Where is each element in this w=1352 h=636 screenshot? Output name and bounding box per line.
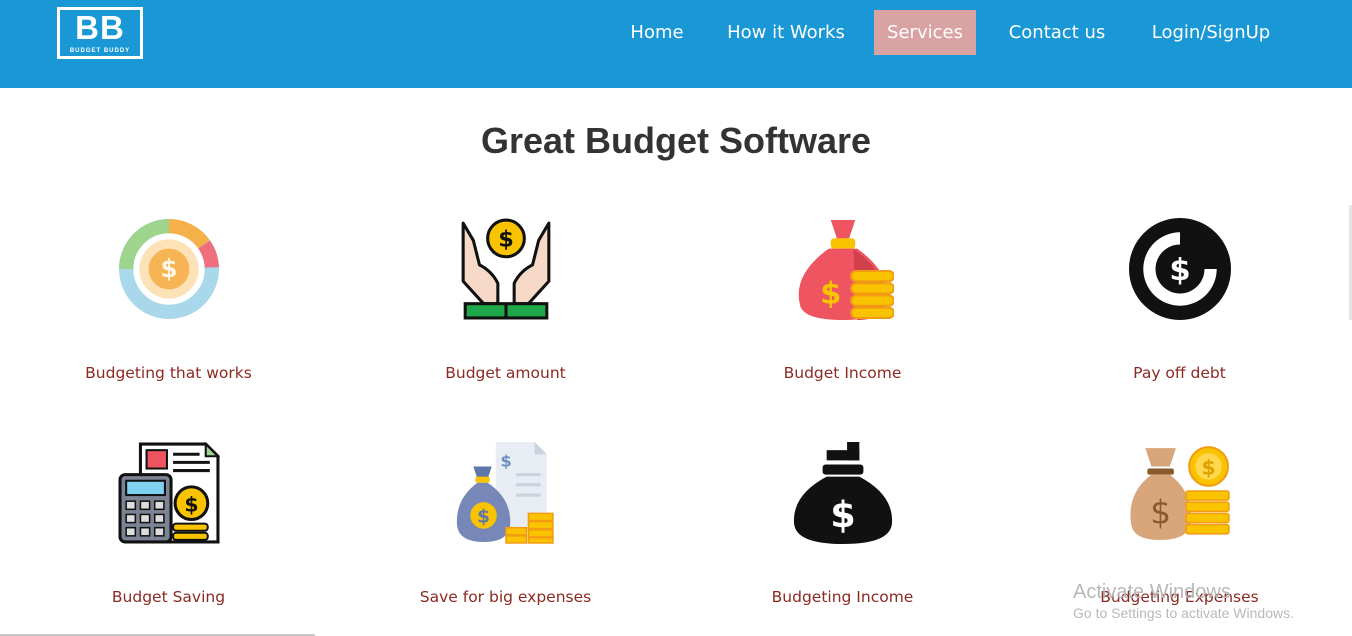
watermark-subtitle: Go to Settings to activate Windows. [1073,605,1294,621]
nav-how-it-works[interactable]: How it Works [715,10,857,55]
hands-holding-coin-icon: $ [455,218,557,320]
service-label: Budgeting that works [85,364,252,382]
svg-text:$: $ [498,227,514,253]
logo-tagline: BUDGET BUDDY [69,48,131,54]
money-bag-coins-icon: $ [792,218,894,320]
svg-text:$: $ [1201,456,1215,480]
svg-text:$: $ [820,277,841,312]
service-label: Budgeting Income [771,588,914,606]
svg-text:$: $ [1169,253,1190,288]
budget-buddy-logo[interactable]: BB BUDGET BUDDY [57,7,143,59]
circular-dollar-icon: $ [1129,218,1231,320]
svg-text:$: $ [477,507,490,528]
nav-contact-us[interactable]: Contact us [993,10,1121,55]
page-title: Great Budget Software [480,120,872,161]
service-label: Save for big expenses [419,588,592,606]
top-navbar: BB BUDGET BUDDY Home How it Works Servic… [0,0,1352,88]
svg-text:$: $ [184,492,198,516]
black-money-bag-icon: $ [792,442,894,544]
nav-services[interactable]: Services [874,10,976,55]
service-label: Budget Income [783,364,902,382]
brown-money-bag-coins-icon: $ $ [1129,442,1231,544]
calculator-invoice-icon: $ [118,442,220,544]
svg-text:$: $ [1150,494,1171,532]
svg-text:$: $ [500,451,511,470]
service-label: Pay off debt [1133,364,1226,382]
svg-text:$: $ [160,254,177,283]
service-label: Budget Saving [111,588,226,606]
nav-home[interactable]: Home [616,10,698,55]
service-label: Budget amount [445,364,566,382]
svg-text:$: $ [830,494,856,537]
service-label: Budgeting Expenses [1100,588,1259,606]
money-bag-document-icon: $ $ [455,442,557,544]
nav-login-signup[interactable]: Login/SignUp [1138,10,1284,55]
logo-letters: BB [75,9,125,46]
donut-chart-coin-icon: $ [118,218,220,320]
